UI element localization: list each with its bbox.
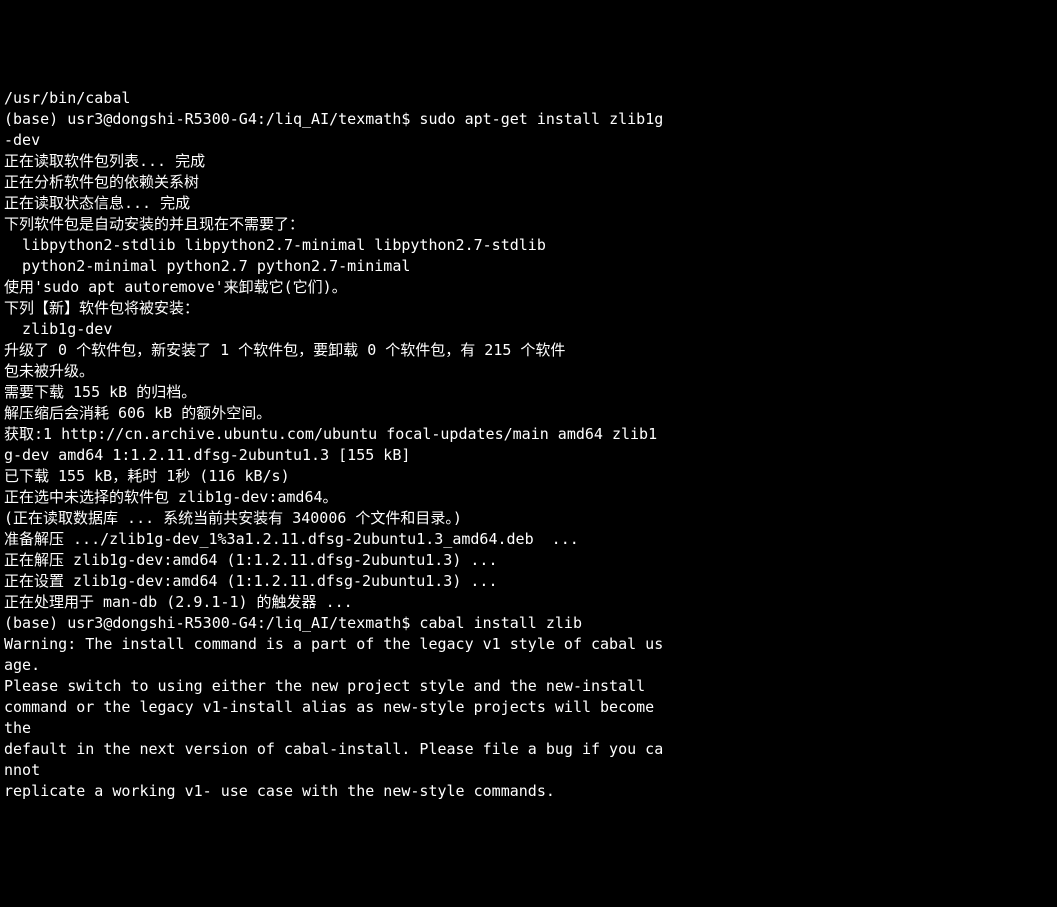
terminal-output-line: 正在读取软件包列表... 完成 — [4, 151, 1053, 172]
terminal-output-line: the — [4, 718, 1053, 739]
terminal-line: /usr/bin/cabal — [4, 88, 1053, 109]
terminal-output-line: 需要下载 155 kB 的归档。 — [4, 382, 1053, 403]
terminal-prompt-line: (base) usr3@dongshi-R5300-G4:/liq_AI/tex… — [4, 613, 1053, 634]
terminal-output-line: replicate a working v1- use case with th… — [4, 781, 1053, 802]
terminal-output-line: default in the next version of cabal-ins… — [4, 739, 1053, 760]
terminal-output-line: python2-minimal python2.7 python2.7-mini… — [4, 256, 1053, 277]
shell-command-continuation: -dev — [4, 130, 1053, 151]
terminal-output-line: 正在设置 zlib1g-dev:amd64 (1:1.2.11.dfsg-2ub… — [4, 571, 1053, 592]
terminal-output-line: (正在读取数据库 ... 系统当前共安装有 340006 个文件和目录。) — [4, 508, 1053, 529]
terminal-output-line: Warning: The install command is a part o… — [4, 634, 1053, 655]
terminal-output-line: 获取:1 http://cn.archive.ubuntu.com/ubuntu… — [4, 424, 1053, 445]
terminal-output-line: 解压缩后会消耗 606 kB 的额外空间。 — [4, 403, 1053, 424]
terminal-output-line: libpython2-stdlib libpython2.7-minimal l… — [4, 235, 1053, 256]
terminal-output-line: 已下载 155 kB，耗时 1秒 (116 kB/s) — [4, 466, 1053, 487]
terminal-output-line: 使用'sudo apt autoremove'来卸载它(它们)。 — [4, 277, 1053, 298]
terminal-output-line: age. — [4, 655, 1053, 676]
terminal-output-line: 正在选中未选择的软件包 zlib1g-dev:amd64。 — [4, 487, 1053, 508]
terminal-output-line: 下列软件包是自动安装的并且现在不需要了： — [4, 214, 1053, 235]
terminal-output-line: 升级了 0 个软件包，新安装了 1 个软件包，要卸载 0 个软件包，有 215 … — [4, 340, 1053, 361]
shell-command: cabal install zlib — [419, 614, 582, 632]
terminal-output-line: 正在分析软件包的依赖关系树 — [4, 172, 1053, 193]
terminal-output-line: 下列【新】软件包将被安装： — [4, 298, 1053, 319]
terminal-output-line: nnot — [4, 760, 1053, 781]
terminal-output-line: g-dev amd64 1:1.2.11.dfsg-2ubuntu1.3 [15… — [4, 445, 1053, 466]
terminal-window[interactable]: /usr/bin/cabal(base) usr3@dongshi-R5300-… — [4, 88, 1053, 802]
terminal-output-line: Please switch to using either the new pr… — [4, 676, 1053, 697]
terminal-output-line: command or the legacy v1-install alias a… — [4, 697, 1053, 718]
terminal-output-line: zlib1g-dev — [4, 319, 1053, 340]
terminal-output-line: 正在处理用于 man-db (2.9.1-1) 的触发器 ... — [4, 592, 1053, 613]
shell-prompt: (base) usr3@dongshi-R5300-G4:/liq_AI/tex… — [4, 110, 419, 128]
terminal-output-line: 正在解压 zlib1g-dev:amd64 (1:1.2.11.dfsg-2ub… — [4, 550, 1053, 571]
terminal-output-line: 准备解压 .../zlib1g-dev_1%3a1.2.11.dfsg-2ubu… — [4, 529, 1053, 550]
shell-command: sudo apt-get install zlib1g — [419, 110, 663, 128]
shell-prompt: (base) usr3@dongshi-R5300-G4:/liq_AI/tex… — [4, 614, 419, 632]
terminal-output-line: 正在读取状态信息... 完成 — [4, 193, 1053, 214]
terminal-output-line: 包未被升级。 — [4, 361, 1053, 382]
terminal-prompt-line: (base) usr3@dongshi-R5300-G4:/liq_AI/tex… — [4, 109, 1053, 130]
